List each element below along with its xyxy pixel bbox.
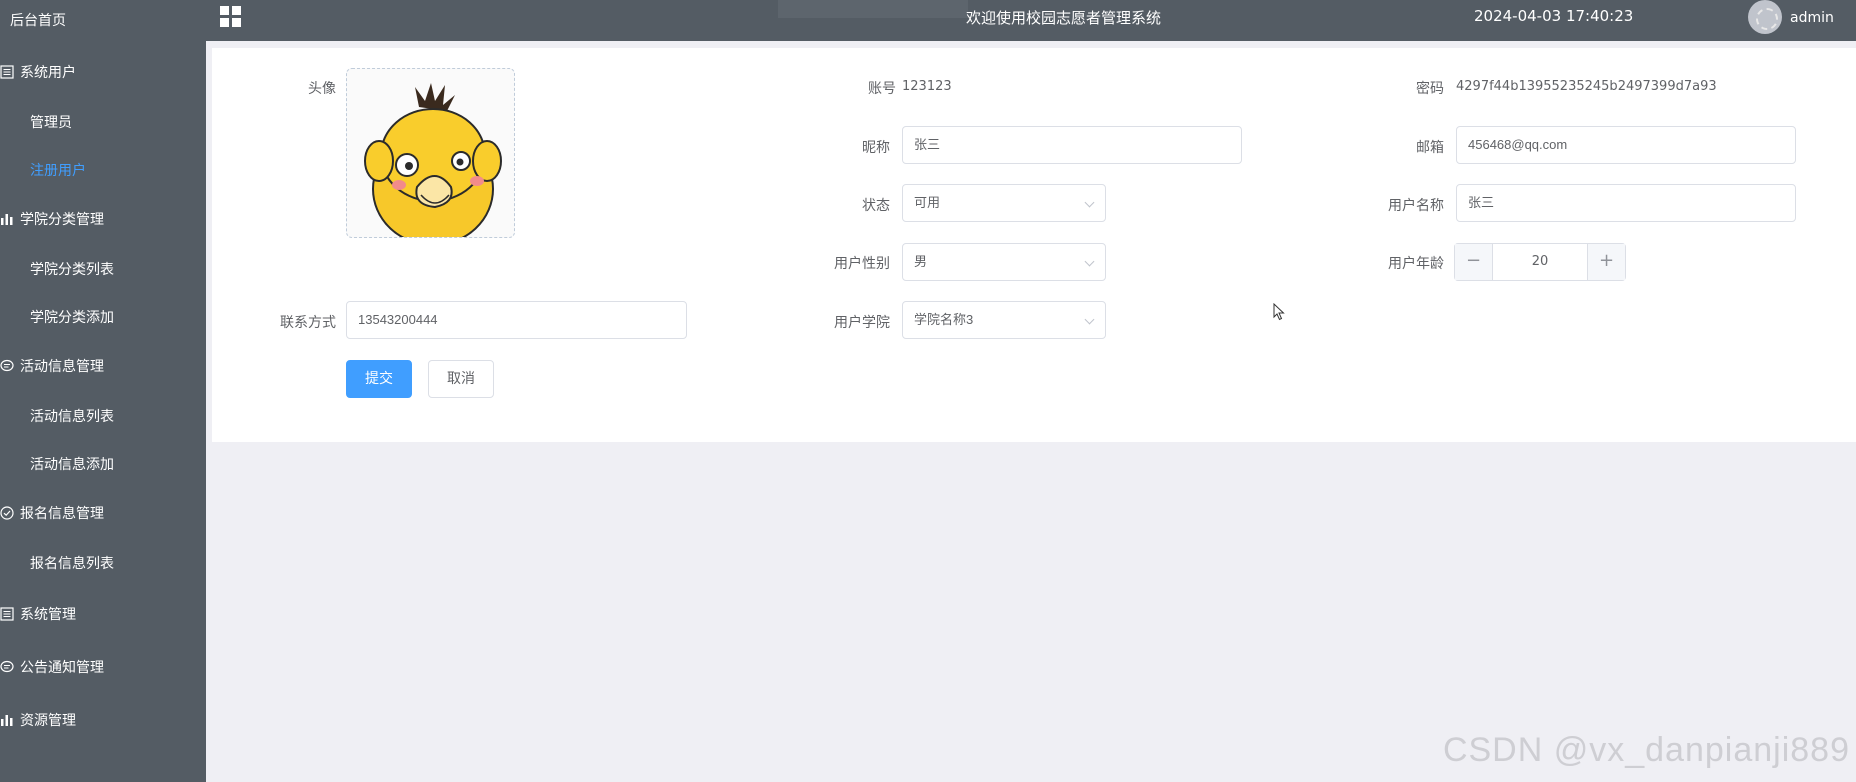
chat-icon [0, 660, 14, 673]
psyduck-avatar-image [364, 83, 502, 237]
avatar-label: 头像 [308, 81, 336, 97]
sidebar-item-activity[interactable]: 活动信息管理 [0, 356, 206, 376]
account-value: 123123 [902, 79, 952, 94]
system-title: 欢迎使用校园志愿者管理系统 [966, 9, 1162, 27]
watermark: CSDN @vx_danpianji889 [1442, 731, 1850, 769]
password-label: 密码 [1416, 81, 1444, 97]
bar-chart-icon [1, 715, 13, 726]
nickname-label: 昵称 [862, 140, 890, 156]
sidebar-item-college-add[interactable]: 学院分类添加 [30, 307, 206, 327]
chevron-down-icon [1084, 197, 1095, 208]
college-select-value: 学院名称3 [914, 312, 974, 327]
chevron-down-icon [1084, 314, 1095, 325]
chevron-down-icon [1084, 256, 1095, 267]
sidebar-item-college-category[interactable]: 学院分类管理 [0, 209, 206, 229]
age-value[interactable]: 20 [1493, 244, 1587, 280]
age-label: 用户年龄 [1388, 256, 1444, 272]
status-select-value: 可用 [914, 195, 941, 210]
sidebar-item-activity-list[interactable]: 活动信息列表 [30, 406, 206, 426]
decrement-button[interactable]: − [1455, 244, 1493, 280]
sidebar: 后台首页 系统用户 管理员 注册用户 学院分类管理 学院分类列表 学院分类添加 … [0, 0, 206, 782]
username-label: 用户名称 [1388, 198, 1444, 214]
gender-select[interactable]: 男 [902, 243, 1106, 281]
user-avatar[interactable] [1748, 0, 1782, 34]
phone-label: 联系方式 [280, 315, 336, 331]
grid-menu-icon[interactable] [220, 6, 242, 28]
bar-chart-icon [1, 214, 13, 225]
username-input[interactable]: 张三 [1456, 184, 1796, 222]
sidebar-item-registered-users[interactable]: 注册用户 [30, 160, 206, 180]
check-circle-icon [0, 506, 14, 520]
sidebar-item-notice[interactable]: 公告通知管理 [0, 657, 206, 677]
sidebar-item-label: 公告通知管理 [20, 660, 104, 676]
submit-button[interactable]: 提交 [346, 360, 412, 398]
top-search-area [778, 0, 968, 18]
college-select[interactable]: 学院名称3 [902, 301, 1106, 339]
list-icon [0, 607, 14, 621]
sidebar-item-college-list[interactable]: 学院分类列表 [30, 259, 206, 279]
mouse-cursor-icon [1273, 303, 1285, 321]
sidebar-item-label: 报名信息管理 [20, 506, 104, 522]
avatar-uploader[interactable] [346, 68, 515, 238]
age-stepper[interactable]: − 20 + [1454, 243, 1626, 281]
sidebar-item-system-users[interactable]: 系统用户 [0, 62, 206, 82]
list-icon [0, 65, 14, 79]
status-label: 状态 [862, 198, 890, 214]
chat-icon [0, 359, 14, 372]
username[interactable]: admin [1790, 10, 1834, 26]
gender-select-value: 男 [914, 254, 928, 269]
sidebar-item-resources[interactable]: 资源管理 [0, 710, 206, 730]
sidebar-item-signup[interactable]: 报名信息管理 [0, 503, 206, 523]
status-select[interactable]: 可用 [902, 184, 1106, 222]
account-label: 账号 [868, 81, 896, 97]
top-bar: 欢迎使用校园志愿者管理系统 2024-04-03 17:40:23 admin [206, 0, 1856, 41]
college-label: 用户学院 [834, 315, 890, 331]
sidebar-item-label: 系统管理 [20, 607, 76, 623]
sidebar-item-home[interactable]: 后台首页 [10, 10, 216, 30]
gender-label: 用户性别 [834, 256, 890, 272]
increment-button[interactable]: + [1587, 244, 1625, 280]
sidebar-item-system-manage[interactable]: 系统管理 [0, 604, 206, 624]
nickname-input[interactable]: 张三 [902, 126, 1242, 164]
email-input[interactable]: 456468@qq.com [1456, 126, 1796, 164]
sidebar-item-signup-list[interactable]: 报名信息列表 [30, 553, 206, 573]
sidebar-item-admin[interactable]: 管理员 [30, 112, 206, 132]
sidebar-item-label: 系统用户 [20, 65, 76, 81]
datetime: 2024-04-03 17:40:23 [1474, 7, 1634, 25]
email-label: 邮箱 [1416, 140, 1444, 156]
sidebar-item-label: 资源管理 [20, 713, 76, 729]
sidebar-item-label: 学院分类管理 [20, 212, 104, 228]
sidebar-item-label: 活动信息管理 [20, 359, 104, 375]
cancel-button[interactable]: 取消 [428, 360, 494, 398]
password-value: 4297f44b13955235245b2497399d7a93 [1456, 79, 1717, 94]
sidebar-item-activity-add[interactable]: 活动信息添加 [30, 454, 206, 474]
phone-input[interactable]: 13543200444 [346, 301, 687, 339]
